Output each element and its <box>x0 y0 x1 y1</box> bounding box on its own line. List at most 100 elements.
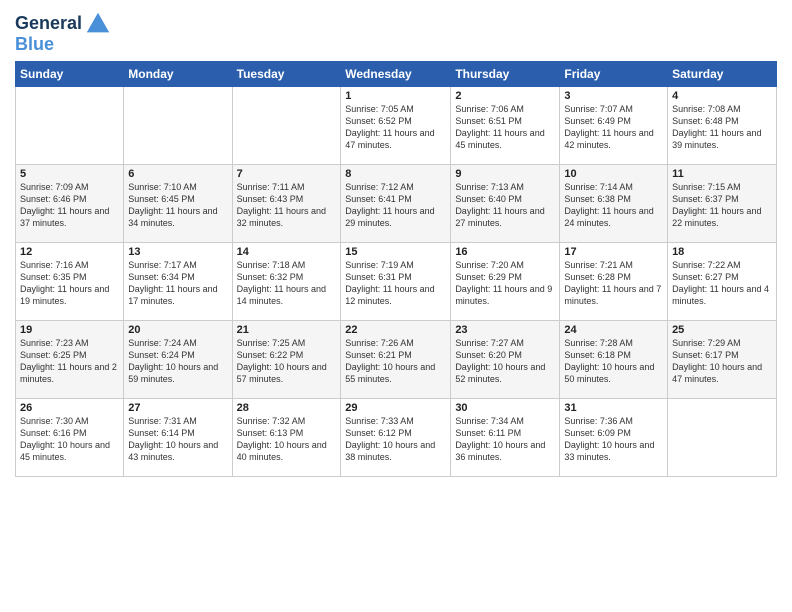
day-number: 8 <box>345 168 446 180</box>
day-number: 30 <box>455 402 555 414</box>
day-number: 6 <box>128 168 227 180</box>
day-cell: 2Sunrise: 7:06 AM Sunset: 6:51 PM Daylig… <box>451 87 560 165</box>
week-row-2: 12Sunrise: 7:16 AM Sunset: 6:35 PM Dayli… <box>16 243 777 321</box>
day-cell: 26Sunrise: 7:30 AM Sunset: 6:16 PM Dayli… <box>16 399 124 477</box>
day-number: 24 <box>564 324 663 336</box>
day-info: Sunrise: 7:29 AM Sunset: 6:17 PM Dayligh… <box>672 337 772 386</box>
weekday-wednesday: Wednesday <box>341 62 451 87</box>
day-info: Sunrise: 7:09 AM Sunset: 6:46 PM Dayligh… <box>20 181 119 230</box>
day-info: Sunrise: 7:30 AM Sunset: 6:16 PM Dayligh… <box>20 415 119 464</box>
day-number: 22 <box>345 324 446 336</box>
day-number: 16 <box>455 246 555 258</box>
day-number: 27 <box>128 402 227 414</box>
day-info: Sunrise: 7:27 AM Sunset: 6:20 PM Dayligh… <box>455 337 555 386</box>
day-cell: 14Sunrise: 7:18 AM Sunset: 6:32 PM Dayli… <box>232 243 341 321</box>
day-cell: 24Sunrise: 7:28 AM Sunset: 6:18 PM Dayli… <box>560 321 668 399</box>
day-number: 28 <box>237 402 337 414</box>
day-cell: 22Sunrise: 7:26 AM Sunset: 6:21 PM Dayli… <box>341 321 451 399</box>
day-info: Sunrise: 7:16 AM Sunset: 6:35 PM Dayligh… <box>20 259 119 308</box>
day-cell: 6Sunrise: 7:10 AM Sunset: 6:45 PM Daylig… <box>124 165 232 243</box>
day-cell: 12Sunrise: 7:16 AM Sunset: 6:35 PM Dayli… <box>16 243 124 321</box>
day-cell: 20Sunrise: 7:24 AM Sunset: 6:24 PM Dayli… <box>124 321 232 399</box>
day-cell: 21Sunrise: 7:25 AM Sunset: 6:22 PM Dayli… <box>232 321 341 399</box>
day-cell: 11Sunrise: 7:15 AM Sunset: 6:37 PM Dayli… <box>668 165 777 243</box>
day-cell <box>232 87 341 165</box>
day-cell: 9Sunrise: 7:13 AM Sunset: 6:40 PM Daylig… <box>451 165 560 243</box>
day-cell: 19Sunrise: 7:23 AM Sunset: 6:25 PM Dayli… <box>16 321 124 399</box>
day-info: Sunrise: 7:17 AM Sunset: 6:34 PM Dayligh… <box>128 259 227 308</box>
day-cell: 4Sunrise: 7:08 AM Sunset: 6:48 PM Daylig… <box>668 87 777 165</box>
day-number: 20 <box>128 324 227 336</box>
day-info: Sunrise: 7:23 AM Sunset: 6:25 PM Dayligh… <box>20 337 119 386</box>
day-number: 23 <box>455 324 555 336</box>
day-cell: 13Sunrise: 7:17 AM Sunset: 6:34 PM Dayli… <box>124 243 232 321</box>
day-number: 18 <box>672 246 772 258</box>
weekday-saturday: Saturday <box>668 62 777 87</box>
day-number: 2 <box>455 90 555 102</box>
logo-text: General <box>15 14 82 34</box>
weekday-friday: Friday <box>560 62 668 87</box>
day-cell: 15Sunrise: 7:19 AM Sunset: 6:31 PM Dayli… <box>341 243 451 321</box>
day-number: 17 <box>564 246 663 258</box>
day-number: 29 <box>345 402 446 414</box>
calendar: SundayMondayTuesdayWednesdayThursdayFrid… <box>15 61 777 477</box>
day-info: Sunrise: 7:19 AM Sunset: 6:31 PM Dayligh… <box>345 259 446 308</box>
header: General Blue <box>15 10 777 55</box>
day-cell: 28Sunrise: 7:32 AM Sunset: 6:13 PM Dayli… <box>232 399 341 477</box>
day-info: Sunrise: 7:06 AM Sunset: 6:51 PM Dayligh… <box>455 103 555 152</box>
day-cell: 18Sunrise: 7:22 AM Sunset: 6:27 PM Dayli… <box>668 243 777 321</box>
day-info: Sunrise: 7:18 AM Sunset: 6:32 PM Dayligh… <box>237 259 337 308</box>
day-cell <box>124 87 232 165</box>
day-info: Sunrise: 7:22 AM Sunset: 6:27 PM Dayligh… <box>672 259 772 308</box>
day-number: 25 <box>672 324 772 336</box>
day-number: 21 <box>237 324 337 336</box>
day-info: Sunrise: 7:26 AM Sunset: 6:21 PM Dayligh… <box>345 337 446 386</box>
day-info: Sunrise: 7:15 AM Sunset: 6:37 PM Dayligh… <box>672 181 772 230</box>
day-info: Sunrise: 7:25 AM Sunset: 6:22 PM Dayligh… <box>237 337 337 386</box>
day-info: Sunrise: 7:33 AM Sunset: 6:12 PM Dayligh… <box>345 415 446 464</box>
day-cell: 1Sunrise: 7:05 AM Sunset: 6:52 PM Daylig… <box>341 87 451 165</box>
day-cell <box>16 87 124 165</box>
day-info: Sunrise: 7:13 AM Sunset: 6:40 PM Dayligh… <box>455 181 555 230</box>
day-info: Sunrise: 7:07 AM Sunset: 6:49 PM Dayligh… <box>564 103 663 152</box>
day-cell <box>668 399 777 477</box>
day-info: Sunrise: 7:21 AM Sunset: 6:28 PM Dayligh… <box>564 259 663 308</box>
week-row-4: 26Sunrise: 7:30 AM Sunset: 6:16 PM Dayli… <box>16 399 777 477</box>
day-info: Sunrise: 7:14 AM Sunset: 6:38 PM Dayligh… <box>564 181 663 230</box>
day-number: 1 <box>345 90 446 102</box>
day-number: 5 <box>20 168 119 180</box>
day-number: 9 <box>455 168 555 180</box>
day-cell: 16Sunrise: 7:20 AM Sunset: 6:29 PM Dayli… <box>451 243 560 321</box>
weekday-monday: Monday <box>124 62 232 87</box>
day-cell: 5Sunrise: 7:09 AM Sunset: 6:46 PM Daylig… <box>16 165 124 243</box>
day-number: 31 <box>564 402 663 414</box>
day-cell: 30Sunrise: 7:34 AM Sunset: 6:11 PM Dayli… <box>451 399 560 477</box>
day-number: 15 <box>345 246 446 258</box>
day-info: Sunrise: 7:34 AM Sunset: 6:11 PM Dayligh… <box>455 415 555 464</box>
day-number: 11 <box>672 168 772 180</box>
day-number: 19 <box>20 324 119 336</box>
day-number: 4 <box>672 90 772 102</box>
day-cell: 29Sunrise: 7:33 AM Sunset: 6:12 PM Dayli… <box>341 399 451 477</box>
day-number: 7 <box>237 168 337 180</box>
day-info: Sunrise: 7:11 AM Sunset: 6:43 PM Dayligh… <box>237 181 337 230</box>
day-cell: 10Sunrise: 7:14 AM Sunset: 6:38 PM Dayli… <box>560 165 668 243</box>
day-cell: 31Sunrise: 7:36 AM Sunset: 6:09 PM Dayli… <box>560 399 668 477</box>
day-info: Sunrise: 7:24 AM Sunset: 6:24 PM Dayligh… <box>128 337 227 386</box>
day-cell: 3Sunrise: 7:07 AM Sunset: 6:49 PM Daylig… <box>560 87 668 165</box>
week-row-0: 1Sunrise: 7:05 AM Sunset: 6:52 PM Daylig… <box>16 87 777 165</box>
day-cell: 27Sunrise: 7:31 AM Sunset: 6:14 PM Dayli… <box>124 399 232 477</box>
day-number: 10 <box>564 168 663 180</box>
logo: General Blue <box>15 10 112 55</box>
day-number: 14 <box>237 246 337 258</box>
day-info: Sunrise: 7:28 AM Sunset: 6:18 PM Dayligh… <box>564 337 663 386</box>
day-cell: 17Sunrise: 7:21 AM Sunset: 6:28 PM Dayli… <box>560 243 668 321</box>
weekday-sunday: Sunday <box>16 62 124 87</box>
day-info: Sunrise: 7:32 AM Sunset: 6:13 PM Dayligh… <box>237 415 337 464</box>
day-cell: 7Sunrise: 7:11 AM Sunset: 6:43 PM Daylig… <box>232 165 341 243</box>
day-cell: 23Sunrise: 7:27 AM Sunset: 6:20 PM Dayli… <box>451 321 560 399</box>
logo-icon <box>84 10 112 38</box>
week-row-1: 5Sunrise: 7:09 AM Sunset: 6:46 PM Daylig… <box>16 165 777 243</box>
day-number: 3 <box>564 90 663 102</box>
day-info: Sunrise: 7:08 AM Sunset: 6:48 PM Dayligh… <box>672 103 772 152</box>
